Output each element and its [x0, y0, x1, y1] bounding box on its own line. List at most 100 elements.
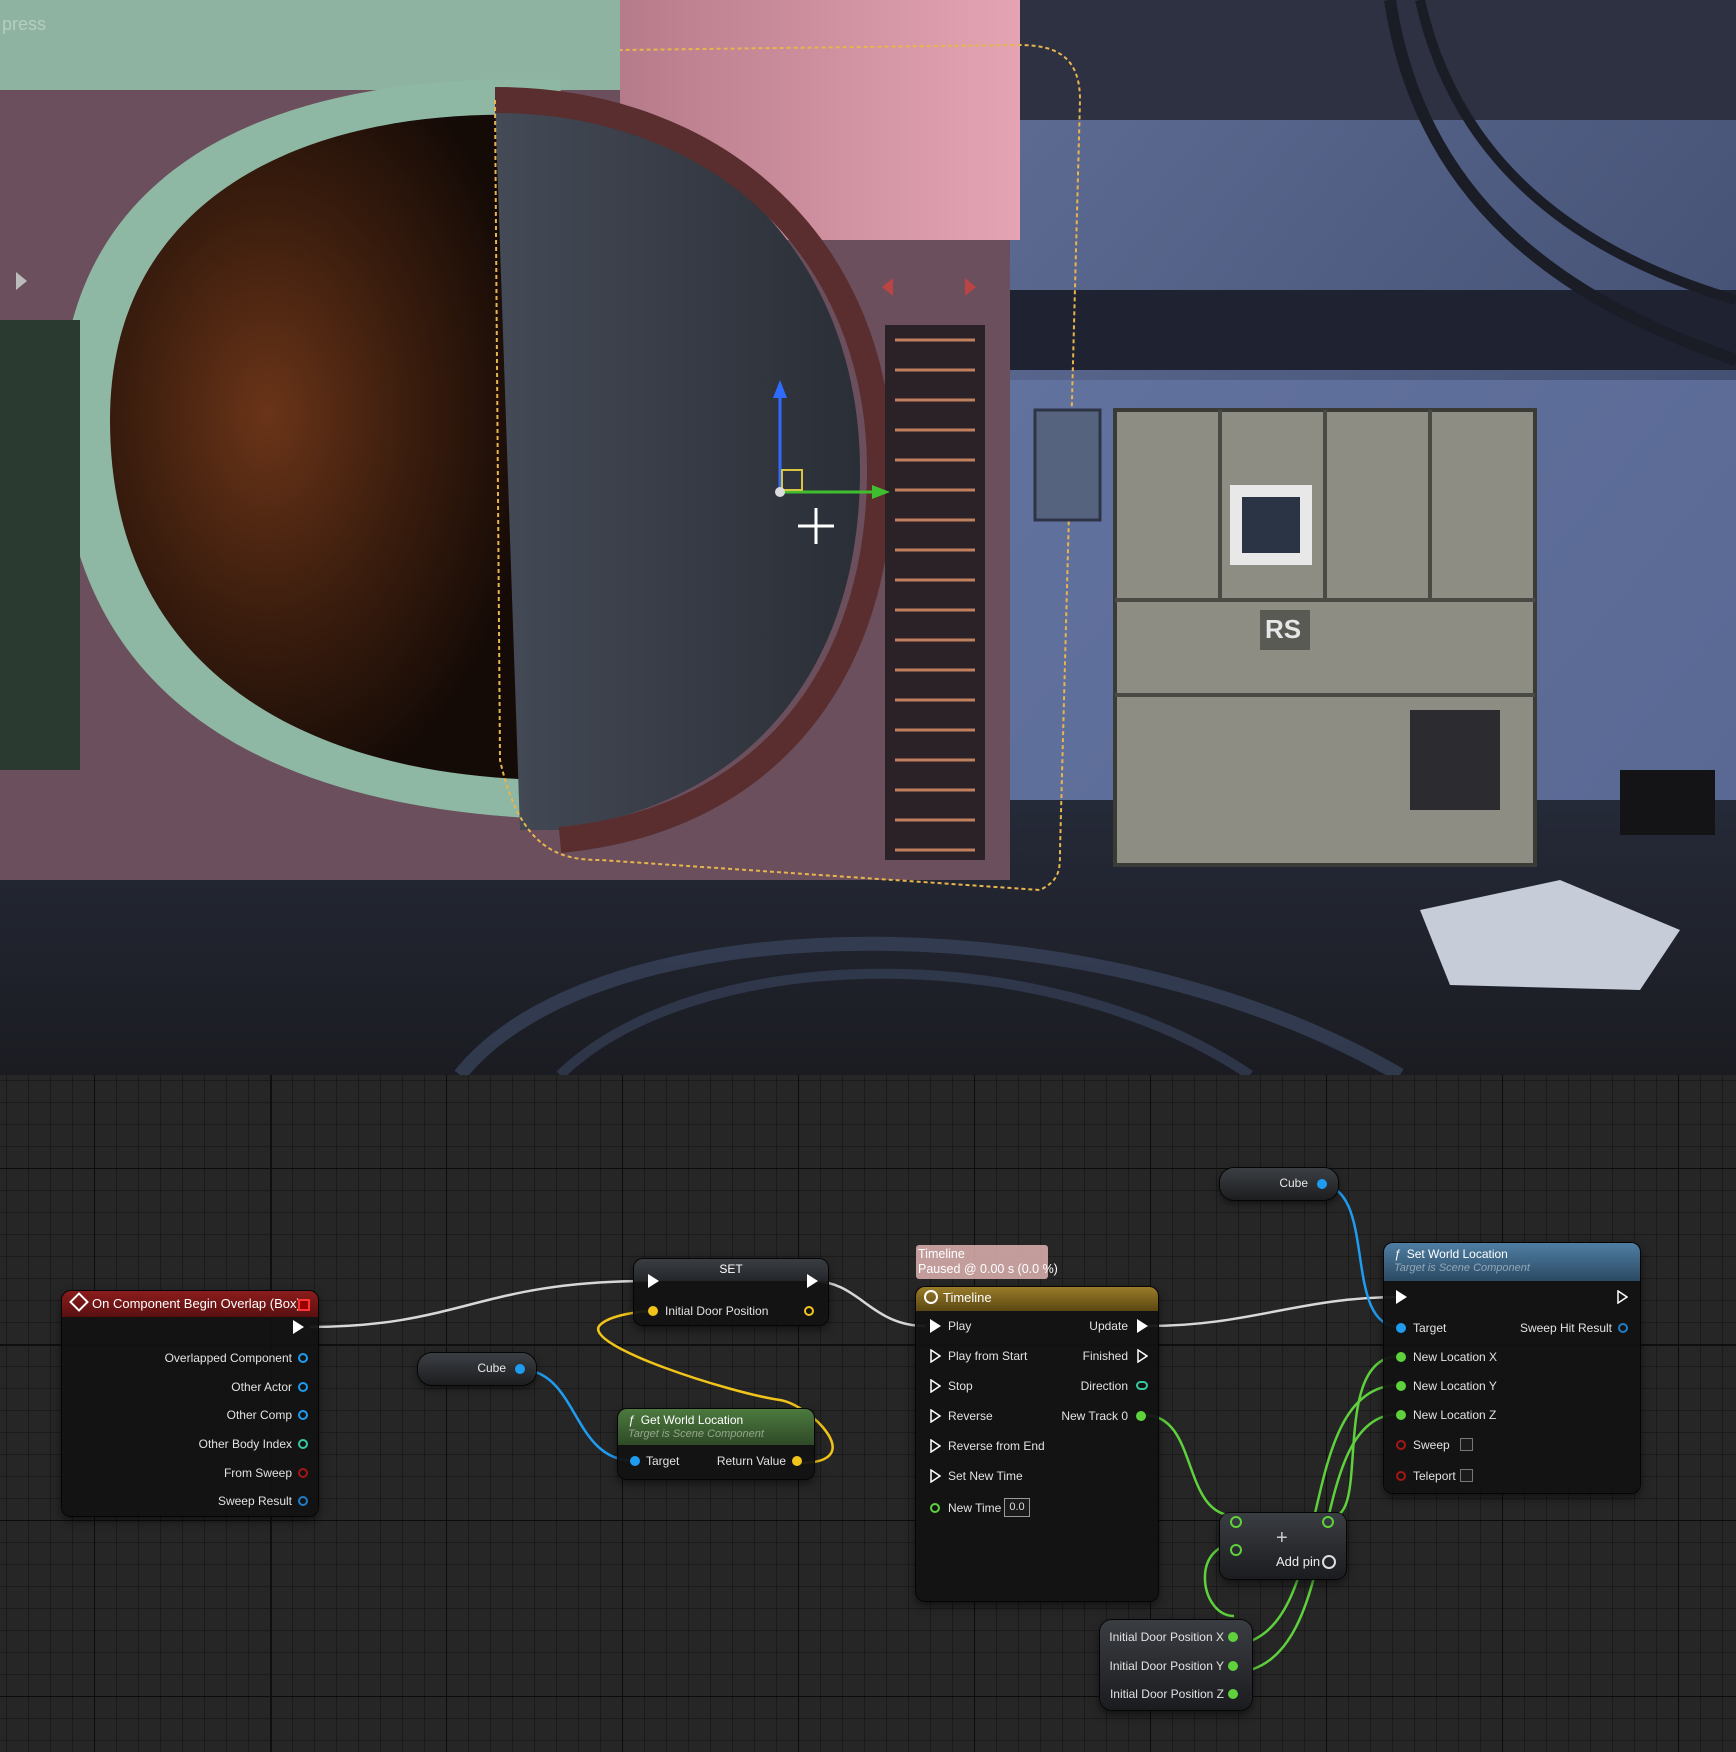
timeline-finished-pin[interactable] — [1137, 1349, 1148, 1363]
pin-label: Target — [646, 1454, 680, 1468]
timeline-reverse-pin[interactable] — [930, 1409, 941, 1423]
add-pin-label[interactable]: Add pin — [1276, 1554, 1320, 1569]
add-input-a-pin[interactable] — [1230, 1516, 1242, 1528]
pin-row-sweep: Sweep — [1413, 1436, 1450, 1454]
sweep-checkbox[interactable] — [1460, 1438, 1473, 1451]
sweep-hit-result-pin[interactable] — [1618, 1323, 1628, 1333]
new-location-y-pin[interactable] — [1396, 1381, 1406, 1391]
sweep-pin[interactable] — [1396, 1440, 1406, 1450]
timeline-reverse-from-end-pin[interactable] — [930, 1439, 941, 1453]
pin-label: New Location Z — [1413, 1408, 1497, 1422]
set-world-location-node[interactable]: ƒ Set World Location Target is Scene Comp… — [1384, 1243, 1640, 1493]
pin-row-other-comp: Other Comp — [227, 1406, 292, 1424]
swl-exec-in-pin[interactable] — [1396, 1290, 1407, 1304]
set-world-location-header: ƒ Set World Location Target is Scene Comp… — [1384, 1243, 1640, 1281]
pin-row-initial-door-position: Initial Door Position — [665, 1302, 768, 1320]
pin-row-direction: Direction — [1081, 1377, 1128, 1395]
swl-exec-out-pin[interactable] — [1617, 1290, 1628, 1304]
pin-label: Reverse from End — [948, 1439, 1045, 1453]
gwl-target-pin[interactable] — [630, 1456, 640, 1466]
pin-row-new-time: New Time — [948, 1499, 1001, 1517]
pin-label: New Location Y — [1413, 1379, 1497, 1393]
new-location-x-pin[interactable] — [1396, 1352, 1406, 1362]
teleport-pin[interactable] — [1396, 1471, 1406, 1481]
teleport-checkbox[interactable] — [1460, 1469, 1473, 1482]
event-node-begin-overlap[interactable]: On Component Begin Overlap (Box) Overlap… — [62, 1291, 318, 1516]
get-world-location-node[interactable]: ƒ Get World Location Target is Scene Comp… — [618, 1409, 814, 1479]
pin-row-finished: Finished — [1083, 1347, 1128, 1365]
event-node-header: On Component Begin Overlap (Box) — [62, 1291, 318, 1317]
blueprint-graph[interactable]: On Component Begin Overlap (Box) Overlap… — [0, 1075, 1736, 1752]
set-node[interactable]: SET Initial Door Position — [634, 1259, 828, 1325]
timeline-node-title: Timeline — [943, 1290, 992, 1305]
pin-label: Sweep — [1413, 1438, 1450, 1452]
other-body-index-pin[interactable] — [298, 1439, 308, 1449]
pin-label: Target — [1413, 1321, 1447, 1335]
initial-door-position-components-node[interactable]: Initial Door Position X Initial Door Pos… — [1100, 1620, 1252, 1710]
timeline-update-pin[interactable] — [1137, 1319, 1148, 1333]
pin-row-new-location-x: New Location X — [1413, 1348, 1497, 1366]
pin-label: Finished — [1082, 1349, 1128, 1363]
timeline-stop-pin[interactable] — [930, 1379, 941, 1393]
pin-row-reverse: Reverse — [948, 1407, 993, 1425]
pin-row-gwl-return: Return Value — [717, 1452, 786, 1470]
timeline-status-text: Paused @ 0.00 s (0.0 %) — [918, 1262, 1058, 1276]
level-viewport[interactable]: RS press — [0, 0, 1736, 1075]
get-world-location-header: ƒ Get World Location Target is Scene Comp… — [618, 1409, 814, 1445]
new-location-z-pin[interactable] — [1396, 1410, 1406, 1420]
timeline-set-new-time-pin[interactable] — [930, 1469, 941, 1483]
timeline-play-pin[interactable] — [930, 1319, 941, 1333]
event-icon — [69, 1292, 89, 1312]
pin-label: Other Body Index — [198, 1437, 292, 1451]
timeline-node[interactable]: Timeline Play Play from Start Stop Rever… — [916, 1287, 1158, 1601]
pin-row-teleport: Teleport — [1413, 1467, 1456, 1485]
initial-door-position-in-pin[interactable] — [648, 1306, 658, 1316]
pin-label: Initial Door Position X — [1109, 1630, 1224, 1644]
add-input-b-pin[interactable] — [1230, 1544, 1242, 1556]
overlapped-component-pin[interactable] — [298, 1353, 308, 1363]
cube-variable-node[interactable]: Cube — [418, 1353, 536, 1385]
swl-target-pin[interactable] — [1396, 1323, 1406, 1333]
add-pin-icon[interactable] — [1322, 1555, 1336, 1569]
timeline-direction-pin[interactable] — [1136, 1381, 1148, 1390]
new-time-input[interactable]: 0.0 — [1004, 1498, 1030, 1517]
pin-label: Set New Time — [948, 1469, 1023, 1483]
other-comp-pin[interactable] — [298, 1410, 308, 1420]
idp-x-pin[interactable] — [1228, 1632, 1238, 1642]
pin-label: New Location X — [1413, 1350, 1498, 1364]
initial-door-position-out-pin[interactable] — [804, 1306, 814, 1316]
pin-label: New Time — [948, 1501, 1002, 1515]
other-actor-pin[interactable] — [298, 1382, 308, 1392]
set-exec-out-pin[interactable] — [807, 1274, 818, 1288]
pin-row-sweep-result: Sweep Result — [218, 1492, 292, 1510]
cube-output-pin-2[interactable] — [1317, 1179, 1327, 1189]
set-world-location-subtitle: Target is Scene Component — [1394, 1262, 1530, 1274]
pin-row-reverse-from-end: Reverse from End — [948, 1437, 1045, 1455]
from-sweep-pin[interactable] — [298, 1468, 308, 1478]
set-exec-in-pin[interactable] — [648, 1274, 659, 1288]
timeline-new-time-pin[interactable] — [930, 1503, 940, 1513]
cube-variable-node-2[interactable]: Cube — [1220, 1168, 1338, 1200]
timeline-new-track-0-pin[interactable] — [1136, 1411, 1146, 1421]
event-exec-out-pin[interactable] — [293, 1320, 304, 1334]
idp-y-pin[interactable] — [1228, 1661, 1238, 1671]
pin-label: Reverse — [948, 1409, 993, 1423]
pin-label: Other Actor — [231, 1380, 292, 1394]
pin-label: Update — [1089, 1319, 1128, 1333]
add-float-node[interactable]: + Add pin — [1220, 1513, 1346, 1579]
sweep-result-pin[interactable] — [298, 1496, 308, 1506]
pin-row-from-sweep: From Sweep — [224, 1464, 292, 1482]
delegate-pin[interactable] — [298, 1299, 310, 1311]
set-node-header: SET — [634, 1259, 828, 1281]
gwl-return-value-pin[interactable] — [792, 1456, 802, 1466]
exec-wire-event-set — [309, 1279, 649, 1329]
timeline-status-title: Timeline — [918, 1247, 965, 1261]
add-output-pin[interactable] — [1322, 1516, 1334, 1528]
pin-row-other-body-index: Other Body Index — [199, 1435, 292, 1453]
timeline-play-from-start-pin[interactable] — [930, 1349, 941, 1363]
pin-label: New Track 0 — [1061, 1409, 1128, 1423]
pin-label: Return Value — [716, 1454, 786, 1468]
cube-output-pin[interactable] — [515, 1364, 525, 1374]
pin-label: Sweep Hit Result — [1519, 1321, 1612, 1335]
idp-z-pin[interactable] — [1228, 1689, 1238, 1699]
